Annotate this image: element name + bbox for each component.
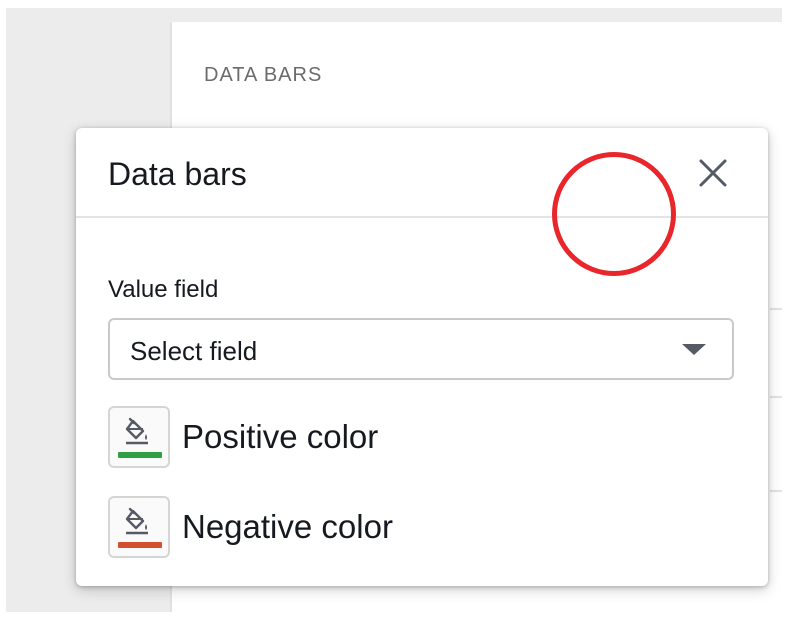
caret-down-icon[interactable] — [682, 344, 706, 355]
value-field-label: Value field — [108, 276, 219, 303]
app-stage: DATA BARS Data bars Value field Select f… — [0, 0, 788, 618]
positive-color-row[interactable]: Positive color — [108, 406, 508, 470]
value-field-select[interactable]: Select field — [108, 318, 734, 380]
data-bars-dialog: Data bars Value field Select field Posit… — [76, 128, 768, 586]
background-panel-top — [170, 8, 782, 22]
background-row-divider — [770, 396, 782, 398]
negative-color-swatch[interactable] — [108, 496, 170, 558]
paint-bucket-icon — [125, 417, 148, 445]
background-section-label: DATA BARS — [204, 64, 323, 86]
positive-color-bar — [118, 452, 162, 458]
dialog-title: Data bars — [108, 156, 247, 192]
close-button[interactable] — [690, 150, 736, 196]
negative-color-row[interactable]: Negative color — [108, 496, 508, 560]
dialog-header: Data bars — [76, 128, 768, 218]
value-field-selected: Select field — [130, 336, 258, 366]
close-icon — [699, 159, 727, 187]
positive-color-swatch[interactable] — [108, 406, 170, 468]
paint-bucket-icon — [125, 507, 148, 535]
positive-color-label: Positive color — [182, 418, 379, 455]
negative-color-label: Negative color — [182, 508, 393, 545]
background-row-divider — [770, 308, 782, 310]
background-row-divider — [770, 490, 782, 492]
negative-color-bar — [118, 542, 162, 548]
